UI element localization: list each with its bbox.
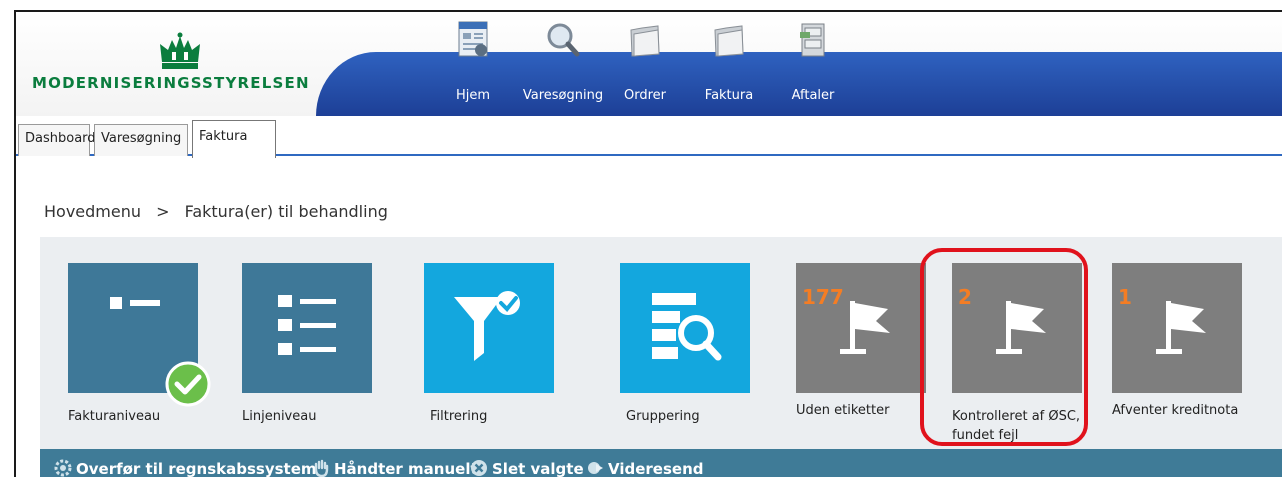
nav-label: Aftaler xyxy=(791,88,835,103)
breadcrumb-root[interactable]: Hovedmenu xyxy=(44,202,141,221)
count-badge: 2 xyxy=(958,285,972,309)
tiles-panel: Fakturaniveau Linjeniveau Filtrering Gru… xyxy=(40,237,1282,449)
tile-label-kontrolleret: Kontrolleret af ØSC, fundet fejl xyxy=(952,407,1080,445)
check-circle-icon xyxy=(165,361,211,407)
nav-item-varesogning[interactable]: Varesøgning xyxy=(518,23,608,116)
transfer-gear-icon xyxy=(54,459,72,477)
action-bar: Overfør til regnskabssystem Håndter manu… xyxy=(40,449,1282,477)
app-window: MODERNISERINGSSTYRELSEN Hjem Varesøgning… xyxy=(14,10,1282,477)
delete-selected-button[interactable]: Slet valgte xyxy=(470,459,584,477)
breadcrumb-separator: > xyxy=(156,202,170,221)
tile-linjeniveau[interactable] xyxy=(242,263,372,393)
logo-text: MODERNISERINGSSTYRELSEN xyxy=(32,74,310,92)
manual-handle-label: Håndter manuelt xyxy=(334,460,478,477)
tab-bar: Dashboard Varesøgning Faktura xyxy=(16,116,1282,158)
nav-label: Hjem xyxy=(455,88,491,103)
tile-afventer-kreditnota[interactable]: 1 xyxy=(1112,263,1242,393)
tile-fakturaniveau[interactable] xyxy=(68,263,211,407)
tile-label-fakturaniveau: Fakturaniveau xyxy=(68,409,161,424)
magnifier-icon xyxy=(547,23,580,57)
nav-item-hjem[interactable]: Hjem xyxy=(428,21,518,116)
manual-handle-button[interactable]: Håndter manuelt xyxy=(312,459,478,477)
forward-label: Videresend xyxy=(608,460,704,477)
nav-item-faktura[interactable]: Faktura xyxy=(684,25,774,116)
tile-label-uden-etiketter: Uden etiketter xyxy=(796,403,890,418)
home-document-icon xyxy=(458,21,488,57)
tile-kontrolleret[interactable]: 2 xyxy=(952,263,1082,393)
nav-label: Ordrer xyxy=(623,88,666,103)
nav-item-ordrer[interactable]: Ordrer xyxy=(600,25,690,116)
count-badge: 1 xyxy=(1118,285,1132,309)
tile-label-linjeniveau: Linjeniveau xyxy=(242,409,317,424)
hand-icon xyxy=(314,459,329,477)
cabinet-icon xyxy=(800,23,825,57)
tab-dashboard[interactable]: Dashboard xyxy=(18,124,96,156)
filter-check-icon xyxy=(454,291,520,361)
delete-selected-label: Slet valgte xyxy=(492,460,584,477)
transfer-button[interactable]: Overfør til regnskabssystem xyxy=(54,459,317,477)
tile-filtrering[interactable] xyxy=(424,263,554,393)
breadcrumb: Hovedmenu > Faktura(er) til behandling xyxy=(44,202,398,221)
forward-button[interactable]: Videresend xyxy=(586,459,704,477)
transfer-label: Overfør til regnskabssystem xyxy=(76,460,317,477)
nav-item-aftaler[interactable]: Aftaler xyxy=(768,23,858,116)
flag-icon xyxy=(1156,301,1206,354)
flag-icon xyxy=(840,301,890,354)
tile-label-line1: Kontrolleret af ØSC, xyxy=(952,409,1081,424)
group-search-icon xyxy=(652,293,722,361)
tile-label-gruppering: Gruppering xyxy=(626,409,700,424)
folder-icon xyxy=(714,25,744,57)
header: MODERNISERINGSSTYRELSEN Hjem Varesøgning… xyxy=(16,12,1282,116)
count-badge: 177 xyxy=(802,285,844,309)
nav-label: Varesøgning xyxy=(522,88,604,103)
tab-varesogning[interactable]: Varesøgning xyxy=(94,124,188,156)
tab-faktura[interactable]: Faktura xyxy=(192,120,276,158)
crown-logo-icon xyxy=(160,32,200,69)
tile-label-line2: fundet fejl xyxy=(952,428,1019,443)
folder-icon xyxy=(630,25,660,57)
breadcrumb-current: Faktura(er) til behandling xyxy=(184,202,388,221)
line-list-icon xyxy=(278,295,336,355)
tile-gruppering[interactable] xyxy=(620,263,750,393)
tile-label-afventer-kreditnota: Afventer kreditnota xyxy=(1112,403,1239,418)
delete-circle-icon xyxy=(471,460,487,476)
tile-label-filtrering: Filtrering xyxy=(430,409,488,424)
nav-label: Faktura xyxy=(704,88,754,103)
main-navbar: Hjem Varesøgning Ordrer Faktura Aftaler xyxy=(316,21,1282,116)
tile-uden-etiketter[interactable]: 177 xyxy=(796,263,926,393)
forward-icon xyxy=(588,462,603,474)
flag-icon xyxy=(996,301,1046,354)
